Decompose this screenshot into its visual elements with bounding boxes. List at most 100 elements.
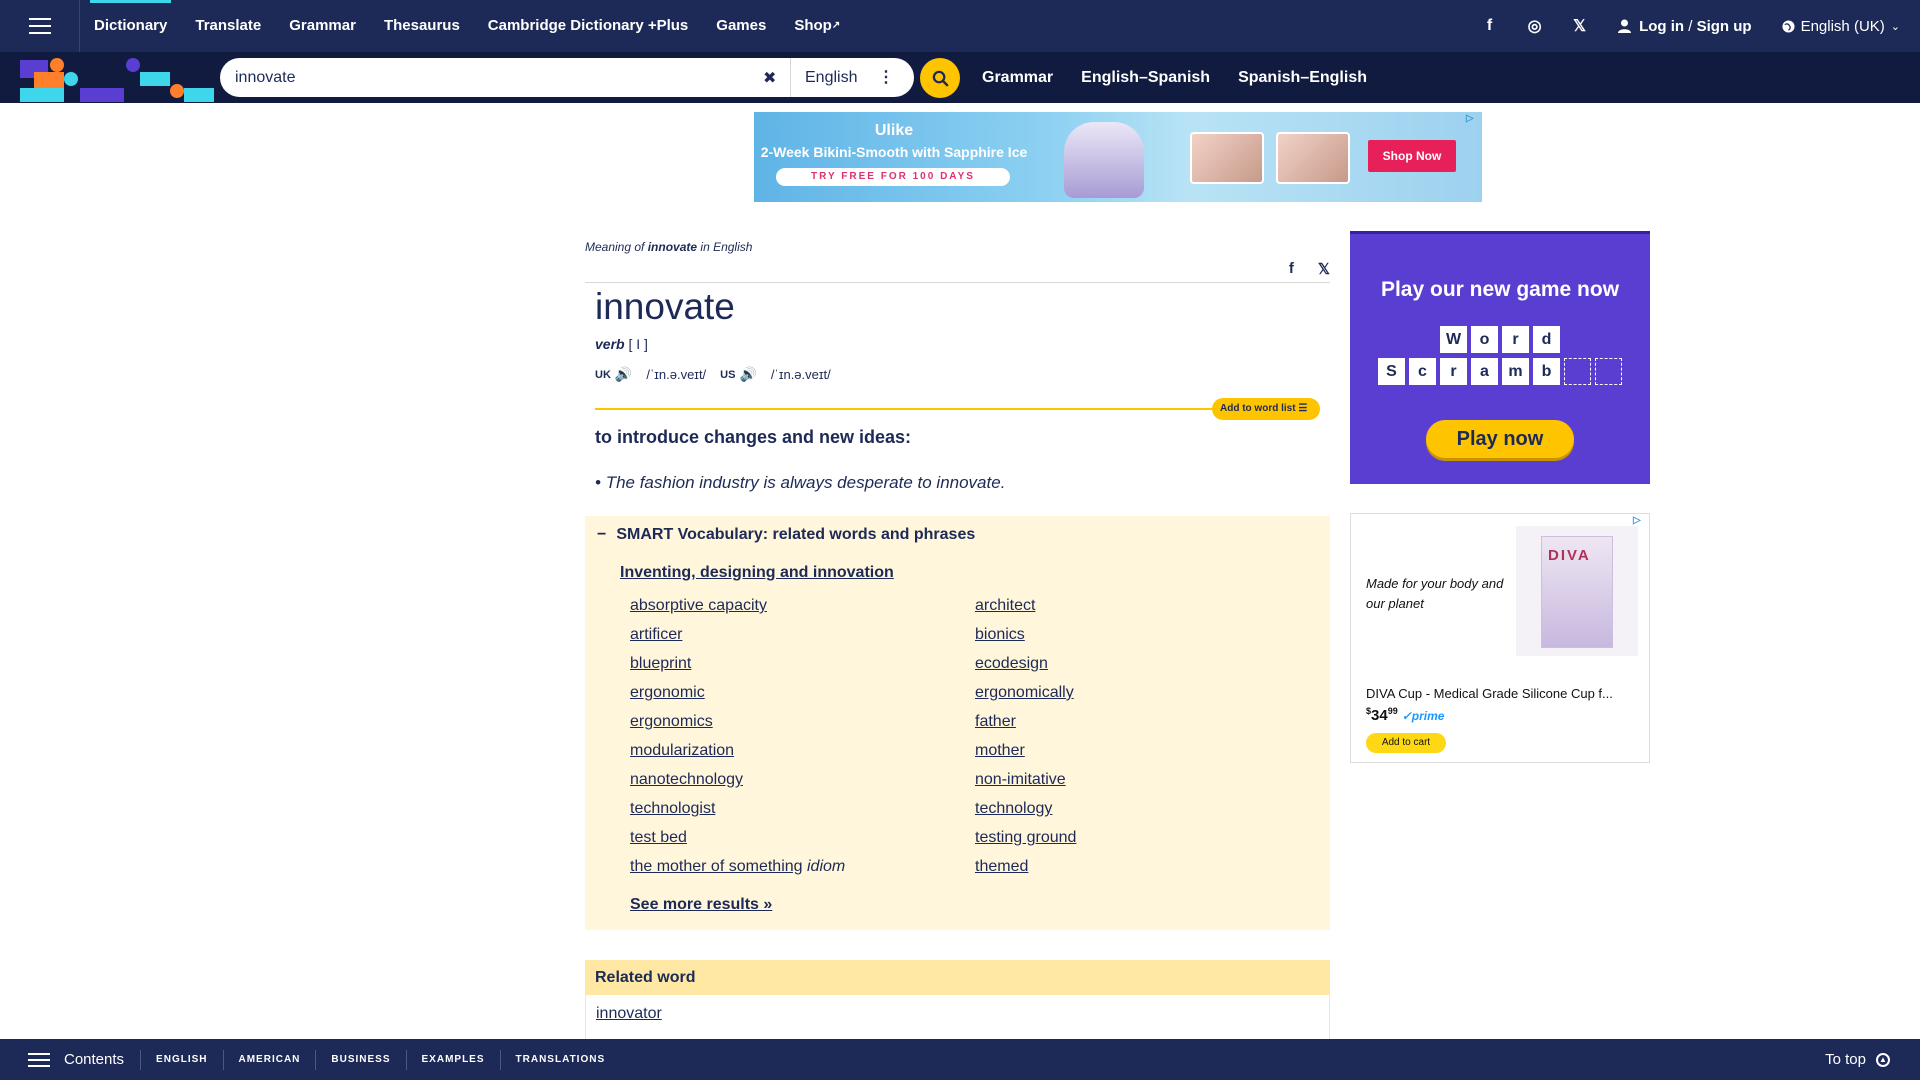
nav-shop[interactable]: Shop↗: [780, 0, 854, 52]
us-audio-speaker-icon[interactable]: 🔊: [739, 366, 756, 383]
meaning-word: innovate: [647, 240, 698, 254]
contents-menu-icon[interactable]: [28, 1052, 50, 1067]
related-word-link[interactable]: technologist: [630, 799, 975, 818]
quicklink-spanish-english[interactable]: Spanish–English: [1224, 69, 1381, 87]
related-word-link[interactable]: absorptive capacity: [630, 596, 975, 615]
quick-links: Grammar English–Spanish Spanish–English: [968, 52, 1381, 103]
related-word-link[interactable]: blueprint: [630, 654, 975, 673]
empty-tile: [1564, 358, 1591, 385]
part-of-speech: verb [ I ]: [595, 336, 648, 352]
external-link-icon: ↗: [831, 20, 841, 31]
smart-vocabulary-title: SMART Vocabulary: related words and phra…: [616, 526, 976, 543]
related-word-link[interactable]: ecodesign: [975, 654, 1275, 673]
product-title: DIVA Cup - Medical Grade Silicone Cup f.…: [1366, 686, 1613, 701]
section-american[interactable]: AMERICAN: [222, 1049, 316, 1070]
search-button[interactable]: [920, 58, 960, 98]
example-text: The fashion industry is always desperate…: [605, 473, 1006, 492]
signup-label: Sign up: [1696, 17, 1752, 35]
login-slash: /: [1684, 17, 1697, 35]
user-icon: [1618, 19, 1632, 33]
divider: [585, 282, 1330, 283]
related-word-link[interactable]: non-imitative: [975, 770, 1275, 789]
cambridge-logo[interactable]: [18, 56, 218, 102]
product-ad[interactable]: ▷ Made for your body and our planet DIVA…: [1350, 513, 1650, 763]
chevron-down-icon: ⌄: [1890, 20, 1900, 33]
to-top-button[interactable]: To top ▲: [1825, 1051, 1890, 1068]
example-sentence: • The fashion industry is always despera…: [595, 473, 1006, 492]
related-word-link[interactable]: mother: [975, 741, 1275, 760]
related-word-link[interactable]: bionics: [975, 625, 1275, 644]
quicklink-grammar[interactable]: Grammar: [968, 69, 1067, 87]
contents-button[interactable]: Contents: [64, 1051, 124, 1068]
ad-shop-now-button[interactable]: Shop Now: [1368, 140, 1456, 172]
section-english[interactable]: ENGLISH: [140, 1049, 222, 1070]
smart-vocabulary-topic-link[interactable]: Inventing, designing and innovation: [620, 564, 894, 582]
login-signup-link[interactable]: Log in / Sign up: [1618, 18, 1752, 35]
main-nav-links: Dictionary Translate Grammar Thesaurus C…: [80, 0, 854, 52]
nav-translate[interactable]: Translate: [181, 0, 275, 52]
related-word-link[interactable]: father: [975, 712, 1275, 731]
related-word-link[interactable]: modularization: [630, 741, 975, 760]
meaning-prefix: Meaning of: [585, 240, 648, 254]
ad-thumb-image: [1190, 132, 1264, 184]
related-word-link[interactable]: ergonomic: [630, 683, 975, 702]
letter-tile: b: [1533, 358, 1560, 385]
related-word-innovator-link[interactable]: innovator: [596, 1005, 662, 1022]
us-label: US: [720, 368, 736, 381]
related-word-link[interactable]: themed: [975, 857, 1275, 876]
top-nav: Dictionary Translate Grammar Thesaurus C…: [0, 0, 1920, 52]
letter-tile: m: [1502, 358, 1529, 385]
related-word-link[interactable]: testing ground: [975, 828, 1275, 847]
pos-label: verb: [595, 336, 625, 352]
smart-vocabulary-toggle[interactable]: − SMART Vocabulary: related words and phr…: [597, 526, 975, 544]
nav-games[interactable]: Games: [702, 0, 780, 52]
related-word-link[interactable]: artificer: [630, 625, 975, 644]
headword: innovate: [595, 286, 735, 327]
prime-badge: ✓prime: [1401, 709, 1445, 723]
search-input[interactable]: [235, 68, 755, 87]
more-options-icon: ⋮: [878, 69, 894, 86]
to-top-label: To top: [1825, 1051, 1866, 1068]
see-more-results-link[interactable]: See more results »: [630, 896, 772, 914]
ad-brand: Ulike: [874, 122, 914, 139]
adchoices-icon[interactable]: ▷: [1466, 113, 1480, 127]
dictionary-selector[interactable]: English ⋮: [790, 58, 914, 97]
nav-thesaurus[interactable]: Thesaurus: [370, 0, 474, 52]
product-image: DIVA: [1516, 526, 1638, 656]
banner-ad[interactable]: Ulike 2-Week Bikini-Smooth with Sapphire…: [754, 112, 1482, 202]
us-ipa: /ˈɪn.ə.veɪt/: [770, 367, 831, 382]
related-word-link[interactable]: ergonomically: [975, 683, 1275, 702]
share-facebook-icon[interactable]: f: [1289, 260, 1294, 278]
related-word-panel: Related word innovator: [585, 960, 1330, 1040]
play-now-button[interactable]: Play now: [1426, 420, 1574, 458]
related-word-link[interactable]: ergonomics: [630, 712, 975, 731]
nav-dictionary[interactable]: Dictionary: [80, 0, 181, 52]
clear-search-icon[interactable]: ✖: [763, 68, 776, 88]
share-x-icon[interactable]: 𝕏: [1318, 260, 1330, 278]
related-word-link[interactable]: the mother of something: [630, 858, 803, 875]
idiom-entry: the mother of something idiom: [630, 857, 975, 876]
pronunciation-row: UK 🔊 /ˈɪn.ə.veɪt/ US 🔊 /ˈɪn.ə.veɪt/: [595, 366, 845, 383]
nav-grammar[interactable]: Grammar: [275, 0, 370, 52]
nav-plus[interactable]: Cambridge Dictionary +Plus: [474, 0, 702, 52]
word-tiles-row: W o r d: [1350, 326, 1650, 353]
section-translations[interactable]: TRANSLATIONS: [499, 1049, 621, 1070]
section-examples[interactable]: EXAMPLES: [405, 1049, 500, 1070]
facebook-icon[interactable]: f: [1467, 17, 1512, 35]
section-business[interactable]: BUSINESS: [315, 1049, 405, 1070]
instagram-icon[interactable]: ◎: [1512, 16, 1557, 36]
share-row: f 𝕏: [1289, 260, 1330, 278]
related-word-link[interactable]: nanotechnology: [630, 770, 975, 789]
add-to-word-list-button[interactable]: Add to word list ☰: [1212, 398, 1320, 420]
related-word-link[interactable]: test bed: [630, 828, 975, 847]
game-ad[interactable]: Play our new game now W o r d S c r a m …: [1350, 231, 1650, 484]
menu-button[interactable]: [0, 0, 80, 52]
x-twitter-icon[interactable]: 𝕏: [1557, 16, 1602, 36]
related-word-link[interactable]: architect: [975, 596, 1275, 615]
quicklink-english-spanish[interactable]: English–Spanish: [1067, 69, 1224, 87]
language-selector[interactable]: English (UK) ⌄: [1782, 18, 1900, 35]
add-to-cart-button[interactable]: Add to cart: [1366, 733, 1446, 753]
related-word-link[interactable]: technology: [975, 799, 1275, 818]
uk-audio-speaker-icon[interactable]: 🔊: [615, 366, 632, 383]
letter-tile: c: [1409, 358, 1436, 385]
